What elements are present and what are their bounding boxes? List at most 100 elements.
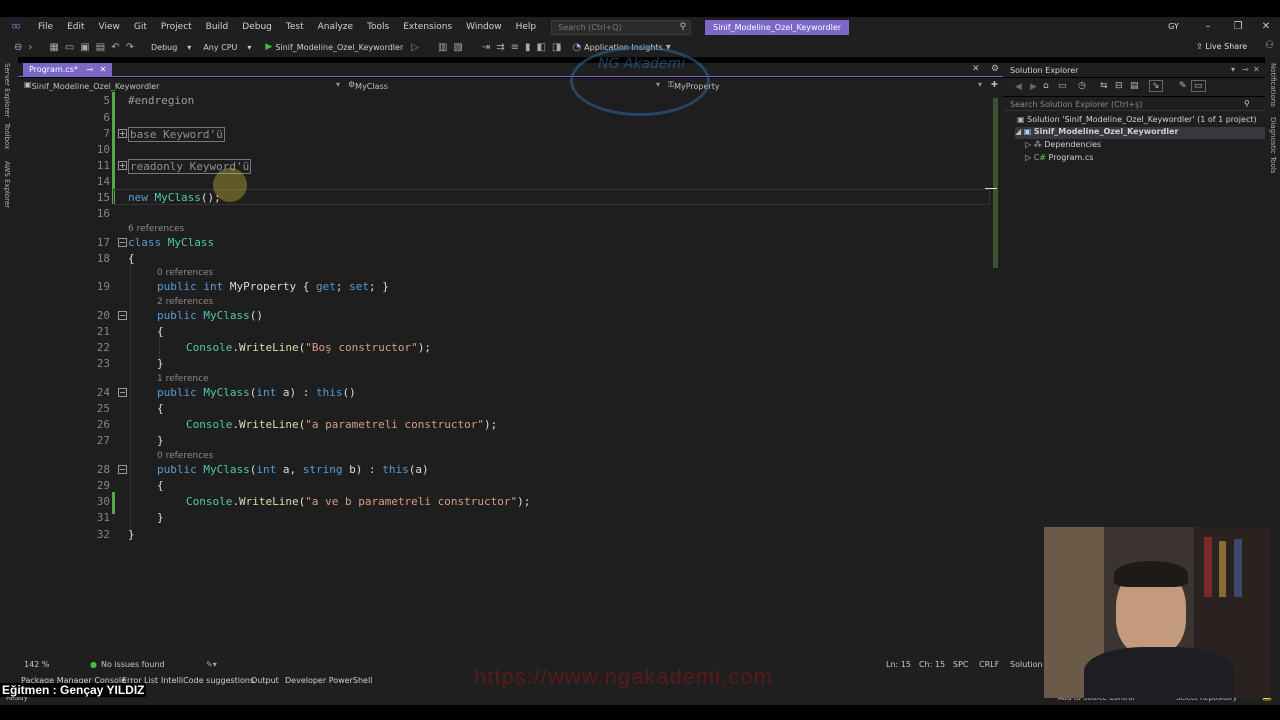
collapse-region-icon[interactable]: − — [118, 238, 127, 247]
menu-extensions[interactable]: Extensions — [396, 22, 459, 32]
collapse-all-icon[interactable]: ⊟ — [1115, 81, 1123, 91]
preview-icon[interactable]: ▭ — [1191, 80, 1206, 92]
menu-tools[interactable]: Tools — [360, 22, 396, 32]
undo-icon[interactable]: ↶ — [111, 42, 119, 53]
save-icon[interactable]: ▣ — [80, 42, 89, 53]
code-line: Console.WriteLine("a ve b parametreli co… — [186, 495, 531, 508]
collapsed-region[interactable]: base Keyword'ü — [128, 127, 225, 142]
tree-item-solution[interactable]: ▣ Solution 'Sinif_Modeline_Ozel_Keywordl… — [1017, 115, 1257, 124]
menu-build[interactable]: Build — [199, 22, 236, 32]
run-target-button[interactable]: Sinif_Modeline_Ozel_Keywordler — [275, 43, 403, 52]
close-icon[interactable]: ✕ — [1253, 65, 1260, 74]
collapse-region-icon[interactable]: − — [118, 465, 127, 474]
zoom-level[interactable]: 142 % — [24, 660, 49, 669]
solution-icon: ▣ — [1017, 115, 1028, 124]
step-over-icon[interactable]: ⇉ — [496, 42, 504, 53]
layout-icon[interactable]: ▧ — [453, 42, 462, 53]
line-ending-indicator[interactable]: CRLF — [979, 660, 999, 669]
comment-icon[interactable]: ≡ — [511, 42, 519, 53]
project-dropdown[interactable]: ▣ Sinif_Modeline_Ozel_Keywordler — [24, 80, 159, 91]
solution-explorer-search[interactable]: Search Solution Explorer (Ctrl+ş) ⚲ — [1003, 97, 1265, 111]
split-icon[interactable]: ✚ — [991, 80, 998, 89]
redo-icon[interactable]: ↷ — [126, 42, 134, 53]
tree-item-dependencies[interactable]: ▷ ⁂ Dependencies — [1025, 140, 1101, 149]
start-without-debugging-icon[interactable]: ▷ — [411, 42, 419, 53]
menu-help[interactable]: Help — [509, 22, 544, 32]
line-number: 28 — [96, 463, 110, 476]
bookmark-prev-icon[interactable]: ◧ — [537, 42, 546, 53]
notifications-tab[interactable]: Notifications — [1269, 63, 1277, 107]
menu-window[interactable]: Window — [459, 22, 509, 32]
expand-region-icon[interactable]: + — [118, 161, 127, 170]
forward-icon[interactable]: › — [28, 42, 32, 53]
show-all-files-icon[interactable]: ▤ — [1130, 81, 1139, 91]
menu-test[interactable]: Test — [279, 22, 311, 32]
tab-program-cs[interactable]: Program.cs* ⊸ ✕ — [23, 63, 113, 77]
back-icon[interactable]: ◀ — [1015, 82, 1022, 92]
issues-status[interactable]: No issues found — [101, 660, 165, 669]
codelens-references[interactable]: 6 references — [128, 224, 184, 234]
run-icon[interactable]: ▶ — [265, 42, 272, 52]
sync-icon[interactable]: ⇆ — [1100, 81, 1108, 91]
back-icon[interactable]: ⊖ — [14, 42, 22, 53]
tree-item-project[interactable]: ◢ ▣ Sinif_Modeline_Ozel_Keywordler — [1015, 127, 1265, 139]
forward-icon[interactable]: ▶ — [1030, 82, 1037, 92]
codelens-references[interactable]: 0 references — [157, 268, 213, 278]
menu-view[interactable]: View — [92, 22, 127, 32]
codelens-references[interactable]: 1 reference — [157, 374, 209, 384]
history-icon[interactable]: ◷ — [1078, 81, 1086, 91]
codelens-references[interactable]: 0 references — [157, 451, 213, 461]
tab-intellicode-suggestions[interactable]: IntelliCode suggestions — [161, 676, 254, 685]
configuration-dropdown[interactable]: Debug ▾ — [151, 43, 191, 52]
menu-edit[interactable]: Edit — [60, 22, 91, 32]
menu-debug[interactable]: Debug — [235, 22, 279, 32]
close-icon[interactable]: ✕ — [972, 64, 980, 74]
new-project-icon[interactable]: ▦ — [49, 42, 58, 53]
bookmark-next-icon[interactable]: ◨ — [552, 42, 561, 53]
properties-icon[interactable]: ✎ — [1179, 81, 1187, 91]
settings-icon[interactable]: ⚙ — [991, 64, 999, 74]
toolbox-tab[interactable]: Toolbox — [3, 123, 11, 149]
whitespace-indicator[interactable]: SPC — [953, 660, 969, 669]
open-icon[interactable]: ▭ — [65, 42, 74, 53]
chevron-down-icon[interactable]: ▾ — [1231, 65, 1235, 74]
expand-region-icon[interactable]: + — [118, 129, 127, 138]
collapse-region-icon[interactable]: − — [118, 388, 127, 397]
diagnostic-tools-tab[interactable]: Diagnostic Tools — [1269, 117, 1277, 173]
server-explorer-tab[interactable]: Server Explorer — [3, 63, 11, 117]
menu-file[interactable]: File — [31, 22, 60, 32]
feedback-icon[interactable]: ⚇ — [1265, 40, 1274, 51]
step-icon[interactable]: ⇥ — [482, 42, 490, 53]
save-all-icon[interactable]: ▤ — [96, 42, 105, 53]
menu-git[interactable]: Git — [127, 22, 154, 32]
minimize-icon[interactable]: – — [1200, 19, 1216, 35]
code-editor[interactable]: 5 #endregion 6 7 + base Keyword'ü 10 11 … — [18, 46, 990, 656]
collapse-region-icon[interactable]: − — [118, 311, 127, 320]
close-tab-icon[interactable]: ✕ — [100, 65, 107, 74]
tab-developer-powershell[interactable]: Developer PowerShell — [285, 676, 372, 685]
codelens-references[interactable]: 2 references — [157, 297, 213, 307]
avatar[interactable]: GY — [1166, 20, 1181, 34]
close-icon[interactable]: ✕ — [1258, 19, 1274, 35]
aws-explorer-tab[interactable]: AWS Explorer — [3, 161, 11, 208]
restore-icon[interactable]: ❐ — [1230, 19, 1246, 35]
live-share-button[interactable]: ⇪ Live Share — [1196, 42, 1247, 51]
menu-analyze[interactable]: Analyze — [311, 22, 360, 32]
column-indicator: Ch: 15 — [919, 660, 946, 669]
filter-icon[interactable]: ⇘ — [1149, 80, 1163, 92]
menu-project[interactable]: Project — [154, 22, 199, 32]
search-input[interactable]: Search (Ctrl+Q) ⚲ — [551, 19, 692, 35]
editor-scrollbar[interactable] — [985, 92, 1003, 656]
browser-link-icon[interactable]: ▥ — [438, 42, 447, 53]
home-icon[interactable]: ⌂ — [1043, 81, 1049, 91]
platform-dropdown[interactable]: Any CPU ▾ — [203, 43, 251, 52]
tab-output[interactable]: Output — [251, 676, 279, 685]
class-dropdown[interactable]: ⚙ MyClass — [348, 80, 388, 91]
switch-views-icon[interactable]: ▭ — [1058, 81, 1067, 91]
bookmark-icon[interactable]: ▮ — [525, 42, 531, 53]
brush-icon[interactable]: ✎▾ — [206, 660, 217, 669]
pin-icon[interactable]: ⊸ — [1242, 65, 1249, 74]
tree-item-program-cs[interactable]: ▷ C# Program.cs — [1025, 153, 1093, 162]
pin-icon[interactable]: ⊸ — [86, 65, 93, 74]
overlay-logo-text: NG Akademi — [598, 56, 686, 72]
